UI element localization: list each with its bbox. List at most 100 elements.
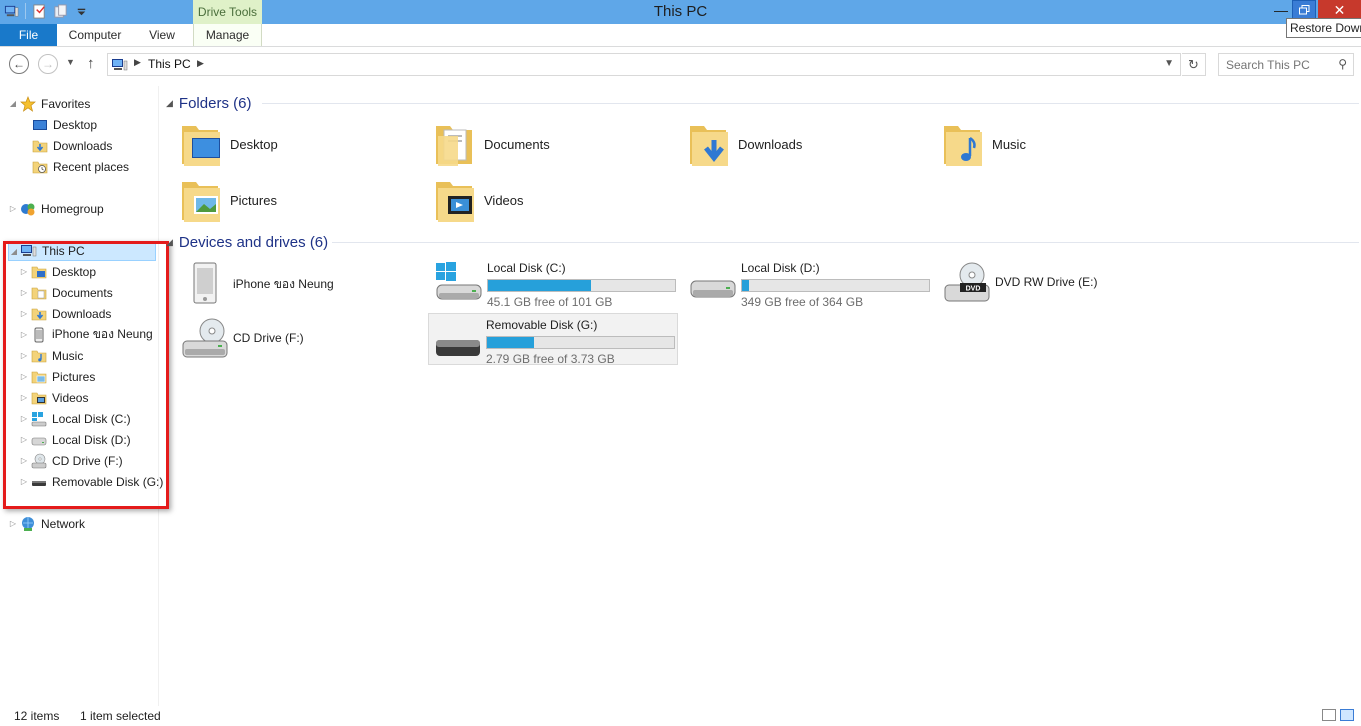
group-divider	[332, 242, 1359, 243]
device-tile-local-disk-c[interactable]: Local Disk (C:) 45.1 GB free of 101 GB	[430, 257, 680, 309]
folder-tile-pictures[interactable]: Pictures	[160, 172, 410, 228]
expand-arrow-icon[interactable]: ▷	[19, 372, 29, 381]
drive-tools-contextual-tab: Drive Tools	[193, 0, 262, 24]
item-count: 12 items	[14, 709, 60, 723]
device-tile-cd-drive-f[interactable]: CD Drive (F:)	[176, 313, 426, 365]
folder-tile-desktop[interactable]: Desktop	[160, 116, 410, 172]
device-free-space: 349 GB free of 364 GB	[741, 295, 864, 309]
expand-arrow-icon[interactable]: ▷	[19, 435, 29, 444]
folder-tile-downloads[interactable]: Downloads	[668, 116, 918, 172]
search-icon[interactable]: ⚲	[1338, 57, 1347, 71]
group-divider	[262, 103, 1359, 104]
tree-item-removable-disk-g[interactable]: ▷ Removable Disk (G:)	[19, 471, 163, 492]
tree-favorites-recent-places[interactable]: Recent places	[20, 156, 129, 177]
tab-view[interactable]: View	[133, 24, 191, 46]
tree-item-local-disk-d[interactable]: ▷ Local Disk (D:)	[19, 429, 131, 450]
breadcrumb-chevron-icon[interactable]: ▶	[134, 57, 141, 68]
expand-arrow-icon[interactable]: ▷	[19, 456, 29, 465]
tree-item-videos[interactable]: ▷ Videos	[19, 387, 89, 408]
tree-item-documents[interactable]: ▷ Documents	[19, 282, 113, 303]
address-dropdown-icon[interactable]: ▼	[1164, 58, 1174, 69]
refresh-button[interactable]: ↻	[1182, 53, 1206, 76]
tree-homegroup[interactable]: ▷ Homegroup	[8, 198, 104, 219]
folder-label: Downloads	[738, 136, 803, 152]
tree-item-iphone[interactable]: ▷ iPhone ของ Neung	[19, 324, 153, 345]
tab-manage[interactable]: Manage	[193, 24, 262, 46]
search-box[interactable]: ⚲	[1218, 53, 1354, 76]
collapse-caret-icon[interactable]: ◢	[166, 98, 173, 109]
details-view-icon[interactable]	[1322, 709, 1336, 721]
tab-computer[interactable]: Computer	[57, 24, 133, 46]
expand-arrow-icon[interactable]: ▷	[19, 351, 29, 360]
device-tile-iphone[interactable]: iPhone ของ Neung	[176, 257, 426, 309]
collapse-arrow-icon[interactable]: ◢	[9, 247, 19, 256]
tree-item-music[interactable]: ▷ Music	[19, 345, 83, 366]
tree-label: This PC	[42, 244, 85, 258]
tree-favorites[interactable]: ◢ Favorites	[8, 93, 90, 114]
properties-icon[interactable]	[32, 3, 47, 19]
navigation-pane: ◢ Favorites Desktop Downloads Recent pla…	[0, 86, 163, 706]
tree-item-local-disk-c[interactable]: ▷ Local Disk (C:)	[19, 408, 131, 429]
back-button[interactable]: ←	[9, 54, 29, 74]
breadcrumb-this-pc[interactable]: This PC	[148, 57, 191, 71]
expand-arrow-icon[interactable]: ▷	[19, 288, 29, 297]
expand-arrow-icon[interactable]: ▷	[19, 477, 29, 486]
restore-down-button[interactable]	[1292, 0, 1316, 20]
expand-arrow-icon[interactable]: ▷	[19, 414, 29, 423]
device-name: DVD RW Drive (E:)	[995, 275, 1098, 289]
storage-fill	[487, 337, 534, 348]
tree-label: Videos	[52, 390, 89, 405]
forward-arrow-icon: →	[42, 57, 54, 71]
devices-group-header[interactable]: ◢ Devices and drives (6)	[166, 231, 328, 253]
expand-arrow-icon[interactable]: ▷	[19, 330, 29, 339]
forward-button[interactable]: →	[38, 54, 58, 74]
device-free-space: 45.1 GB free of 101 GB	[487, 295, 613, 309]
folders-group-header[interactable]: ◢ Folders (6)	[166, 92, 251, 114]
videos-folder-icon	[436, 182, 474, 222]
this-pc-icon[interactable]	[4, 4, 19, 19]
windows-drive-icon	[436, 262, 482, 300]
address-bar[interactable]: ▶ This PC ▶ ▼	[107, 53, 1181, 76]
expand-arrow-icon[interactable]: ▷	[19, 267, 29, 276]
qat-separator	[25, 3, 26, 19]
tree-item-cd-drive-f[interactable]: ▷ CD Drive (F:)	[19, 450, 123, 471]
content-pane: ◢ Folders (6) Desktop Documents Download…	[160, 86, 1361, 706]
folder-tile-videos[interactable]: Videos	[414, 172, 664, 228]
this-pc-icon	[112, 59, 128, 71]
breadcrumb-chevron-icon[interactable]: ▶	[197, 58, 204, 69]
device-tile-dvd-rw-drive-e[interactable]: DVD DVD RW Drive (E:)	[938, 257, 1188, 309]
device-tile-removable-disk-g[interactable]: Removable Disk (G:) 2.79 GB free of 3.73…	[428, 313, 678, 366]
expand-arrow-icon[interactable]: ▷	[8, 519, 18, 528]
tree-network[interactable]: ▷ Network	[8, 513, 85, 534]
tab-file[interactable]: File	[0, 24, 57, 46]
tree-label: Homegroup	[41, 201, 104, 216]
folder-tile-documents[interactable]: Documents	[414, 116, 664, 172]
search-input[interactable]	[1219, 54, 1329, 75]
tree-item-desktop[interactable]: ▷ Desktop	[19, 261, 96, 282]
tree-favorites-desktop[interactable]: Desktop	[20, 114, 97, 135]
collapse-caret-icon[interactable]: ◢	[166, 237, 173, 248]
network-icon	[22, 516, 34, 531]
tree-favorites-downloads[interactable]: Downloads	[20, 135, 112, 156]
tree-item-downloads[interactable]: ▷ Downloads	[19, 303, 111, 324]
tree-label: Documents	[52, 285, 113, 300]
selection-count: 1 item selected	[80, 709, 161, 723]
tree-this-pc[interactable]: ◢ This PC	[8, 241, 156, 261]
iphone-icon	[193, 262, 217, 304]
tree-label: Desktop	[53, 117, 98, 132]
expand-arrow-icon[interactable]: ▷	[19, 393, 29, 402]
minimize-button[interactable]: —	[1268, 0, 1294, 20]
collapse-arrow-icon[interactable]: ◢	[8, 99, 18, 108]
new-folder-icon[interactable]	[53, 3, 68, 19]
close-button[interactable]: ✕	[1318, 0, 1361, 20]
expand-arrow-icon[interactable]: ▷	[8, 204, 18, 213]
device-tile-local-disk-d[interactable]: Local Disk (D:) 349 GB free of 364 GB	[684, 257, 934, 309]
desktop-icon	[33, 119, 47, 130]
expand-arrow-icon[interactable]: ▷	[19, 309, 29, 318]
folder-tile-music[interactable]: Music	[922, 116, 1172, 172]
large-icons-view-icon[interactable]	[1340, 709, 1354, 721]
up-button[interactable]: ↑	[87, 55, 95, 72]
tree-item-pictures[interactable]: ▷ Pictures	[19, 366, 95, 387]
customize-qat-icon[interactable]	[74, 4, 89, 19]
recent-locations-button[interactable]: ▼	[66, 57, 75, 67]
